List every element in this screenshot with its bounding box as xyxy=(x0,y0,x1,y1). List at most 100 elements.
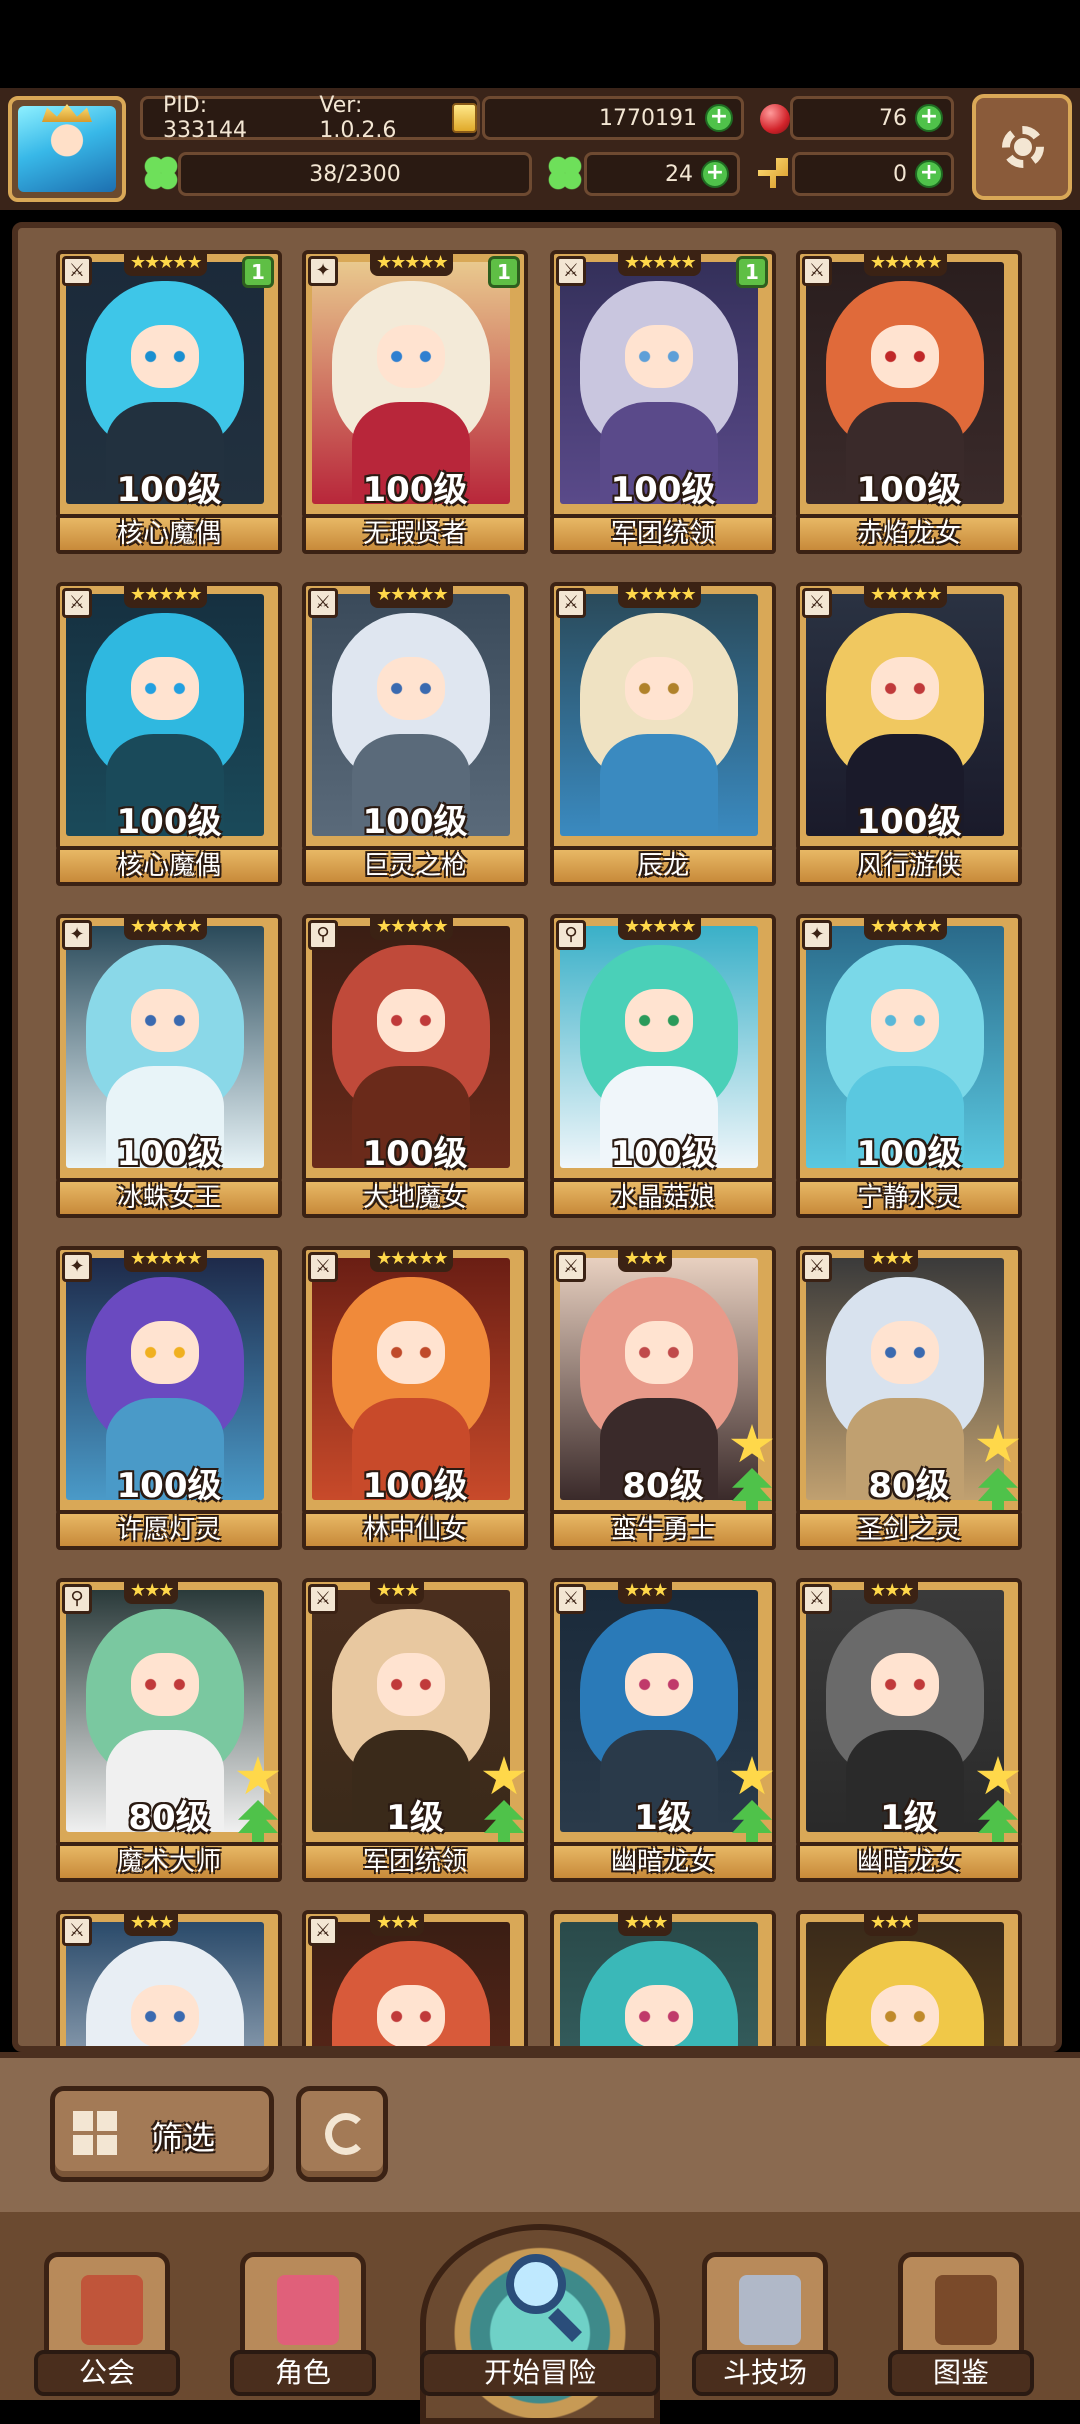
class-icon: ⚔ xyxy=(556,256,586,286)
duplicate-badge: 1 xyxy=(488,256,520,288)
hero-card[interactable]: ⚔ ★★★ xyxy=(302,1910,528,2046)
class-icon: ✦ xyxy=(62,1252,92,1282)
gold-plus-button[interactable]: + xyxy=(705,104,733,132)
hero-name: 赤焰龙女 xyxy=(796,514,1022,554)
class-icon: ⚔ xyxy=(308,588,338,618)
hero-level: 100级 xyxy=(610,470,716,510)
clover-amount: 24 xyxy=(665,161,693,187)
hero-name: 魔术大师 xyxy=(56,1842,282,1882)
roster-toolbar: 筛选 xyxy=(0,2052,1080,2218)
hero-card[interactable]: ⚔ ★★★★★ 100级 林中仙女 xyxy=(302,1246,528,1554)
hero-card[interactable]: ⚔ ★★★ 80级 蛮牛勇士 xyxy=(550,1246,776,1554)
nav-guild[interactable]: 公会 xyxy=(34,2252,180,2396)
nav-codex[interactable]: 图鉴 xyxy=(888,2252,1034,2396)
star-rating: ★★★★★ xyxy=(618,584,701,608)
hero-card[interactable]: ⚔ ★★★★★ 100级 赤焰龙女 xyxy=(796,250,1022,558)
class-icon: ⚔ xyxy=(802,588,832,618)
ruby-gem-icon xyxy=(760,104,790,134)
hero-name: 许愿灯灵 xyxy=(56,1510,282,1550)
star-rating: ★★★ xyxy=(370,1912,425,1936)
star-rating: ★★★ xyxy=(618,1912,673,1936)
class-icon: ⚔ xyxy=(556,588,586,618)
nav-guild-label: 公会 xyxy=(34,2350,180,2396)
hero-card[interactable]: ⚔ ★★★★★ 辰龙 xyxy=(550,582,776,890)
clover-plus-button[interactable]: + xyxy=(701,160,729,188)
gem-bar: 76 + xyxy=(790,96,954,140)
pid-label: PID: 333144 xyxy=(163,93,247,143)
refresh-button[interactable] xyxy=(296,2086,388,2182)
hero-name: 风行游侠 xyxy=(796,846,1022,886)
hero-card[interactable]: ⚔ ★★★ xyxy=(56,1910,282,2046)
guild-house-icon xyxy=(81,2275,143,2345)
hero-card[interactable]: ★★★ xyxy=(550,1910,776,2046)
nav-arena[interactable]: 斗技场 xyxy=(692,2252,838,2396)
hero-name: 蛮牛勇士 xyxy=(550,1510,776,1550)
key-bar: 0 + xyxy=(792,152,954,196)
hero-level: 100级 xyxy=(116,1134,222,1174)
hero-card[interactable]: ★★★ xyxy=(796,1910,1022,2046)
hero-card[interactable]: ⚔ ★★★★★ 1 100级 军团统领 xyxy=(550,250,776,558)
hero-level: 100级 xyxy=(116,1466,222,1506)
hero-level: 100级 xyxy=(362,802,468,842)
class-icon: ⚔ xyxy=(802,256,832,286)
filter-label: 筛选 xyxy=(151,2119,216,2157)
class-icon: ✦ xyxy=(62,920,92,950)
hero-level: 100级 xyxy=(116,802,222,842)
hero-card[interactable]: ⚔ ★★★ 1级 幽暗龙女 xyxy=(550,1578,776,1886)
settings-button[interactable] xyxy=(972,94,1072,200)
nav-arena-label: 斗技场 xyxy=(692,2350,838,2396)
hero-card[interactable]: ⚔ ★★★ 1级 军团统领 xyxy=(302,1578,528,1886)
star-rating: ★★★★★ xyxy=(124,252,207,276)
class-icon: ⚔ xyxy=(802,1252,832,1282)
clover-icon xyxy=(548,156,582,190)
version-bar: PID: 333144 Ver: 1.0.2.6 xyxy=(140,93,480,143)
hero-card[interactable]: ⚲ ★★★ 80级 魔术大师 xyxy=(56,1578,282,1886)
hero-card[interactable]: ✦ ★★★★★ 100级 冰蛛女王 xyxy=(56,914,282,1222)
hero-level: 100级 xyxy=(362,1466,468,1506)
hero-portrait xyxy=(806,1922,1004,2046)
version-label: Ver: 1.0.2.6 xyxy=(319,93,397,143)
star-rating: ★★★★★ xyxy=(370,1248,453,1272)
filter-button[interactable]: 筛选 xyxy=(50,2086,274,2182)
star-rating: ★★★ xyxy=(124,1912,179,1936)
hero-name: 辰龙 xyxy=(550,846,776,886)
hero-card[interactable]: ⚔ ★★★ 1级 幽暗龙女 xyxy=(796,1578,1022,1886)
hero-card[interactable]: ⚲ ★★★★★ 100级 水晶菇娘 xyxy=(550,914,776,1222)
star-rating: ★★★★★ xyxy=(864,916,947,940)
star-rating: ★★★★★ xyxy=(618,252,701,276)
hero-name: 幽暗龙女 xyxy=(796,1842,1022,1882)
hero-card[interactable]: ✦ ★★★★★ 1 100级 无瑕贤者 xyxy=(302,250,528,558)
hero-level: 100级 xyxy=(116,470,222,510)
hero-name: 幽暗龙女 xyxy=(550,1842,776,1882)
hero-name: 水晶菇娘 xyxy=(550,1178,776,1218)
hero-card[interactable]: ⚔ ★★★ 80级 圣剑之灵 xyxy=(796,1246,1022,1554)
star-rating: ★★★ xyxy=(124,1580,179,1604)
star-rating: ★★★ xyxy=(370,1580,425,1604)
hero-card[interactable]: ⚔ ★★★★★ 100级 巨灵之枪 xyxy=(302,582,528,890)
gem-plus-button[interactable]: + xyxy=(915,104,943,132)
hero-portrait xyxy=(560,1922,758,2046)
hero-card[interactable]: ✦ ★★★★★ 100级 宁静水灵 xyxy=(796,914,1022,1222)
hero-card[interactable]: ⚔ ★★★★★ 100级 核心魔偶 xyxy=(56,582,282,890)
hero-card[interactable]: ⚔ ★★★★★ 1 100级 核心魔偶 xyxy=(56,250,282,558)
grid-filter-icon xyxy=(73,2111,117,2155)
hero-roster-panel[interactable]: ⚔ ★★★★★ 1 100级 核心魔偶 ✦ ★★★★★ 1 100级 无瑕贤者 ⚔ ★★★★★ 1 100… xyxy=(12,222,1062,2052)
refresh-icon xyxy=(325,2113,367,2155)
nav-start-adventure[interactable]: 开始冒险 xyxy=(410,2212,670,2424)
player-avatar[interactable] xyxy=(8,96,126,202)
nav-characters[interactable]: 角色 xyxy=(230,2252,376,2396)
hero-portrait xyxy=(312,1922,510,2046)
hero-name: 大地魔女 xyxy=(302,1178,528,1218)
class-icon: ⚔ xyxy=(556,1584,586,1614)
exp-progress: 38/2300 xyxy=(309,161,401,187)
nav-start-adventure-label: 开始冒险 xyxy=(420,2350,660,2396)
hero-level: 100级 xyxy=(610,1134,716,1174)
key-plus-button[interactable]: + xyxy=(915,160,943,188)
class-icon: ⚔ xyxy=(62,1916,92,1946)
hero-card[interactable]: ✦ ★★★★★ 100级 许愿灯灵 xyxy=(56,1246,282,1554)
hero-card[interactable]: ⚔ ★★★★★ 100级 风行游侠 xyxy=(796,582,1022,890)
star-rating: ★★★★★ xyxy=(864,252,947,276)
hero-card[interactable]: ⚲ ★★★★★ 100级 大地魔女 xyxy=(302,914,528,1222)
hero-name: 军团统领 xyxy=(550,514,776,554)
crossed-swords-icon xyxy=(739,2275,801,2345)
